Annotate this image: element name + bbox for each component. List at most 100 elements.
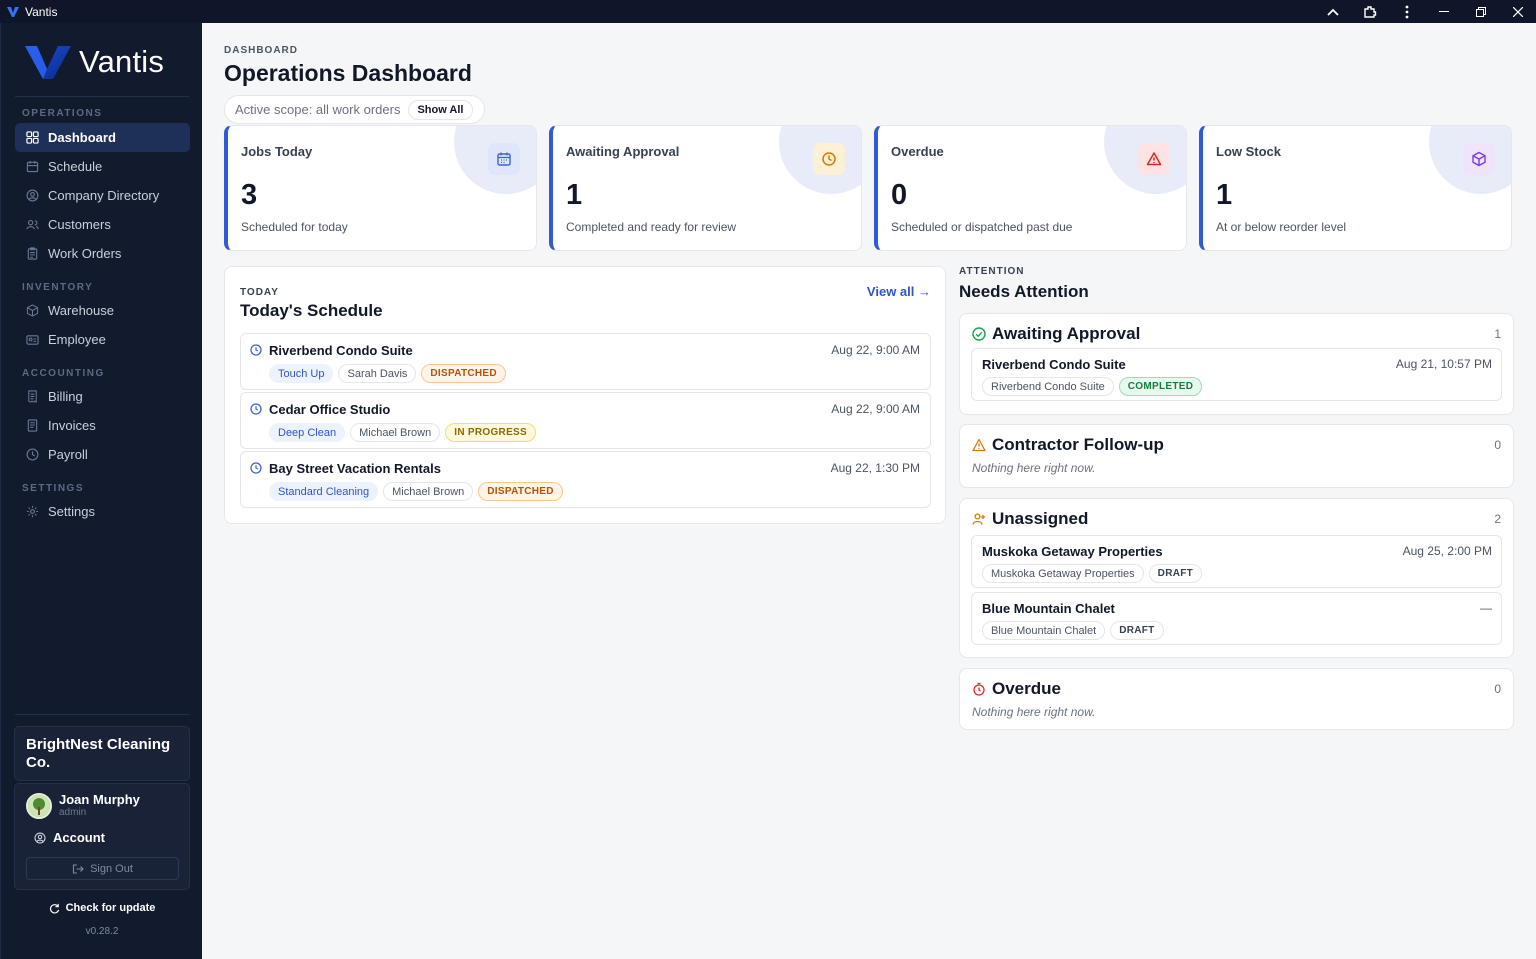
window-title: Vantis: [25, 4, 58, 19]
schedule-item-time: Aug 22, 1:30 PM: [830, 461, 920, 475]
show-all-button[interactable]: Show All: [408, 99, 473, 120]
sidebar-divider: [15, 714, 189, 715]
sidebar-item-schedule[interactable]: Schedule: [15, 152, 190, 181]
scope-filter: Active scope: all work orders Show All: [224, 95, 485, 124]
schedule-item-time: Aug 22, 9:00 AM: [831, 402, 920, 416]
sidebar: Vantis OPERATIONS Dashboard Schedule Com…: [0, 23, 202, 959]
account-link[interactable]: Account: [34, 830, 105, 845]
clock-icon: [250, 403, 262, 415]
sidebar-item-label: Work Orders: [48, 246, 122, 261]
account-label: Account: [53, 830, 105, 845]
restore-button[interactable]: [1462, 0, 1499, 23]
stat-card-low-stock[interactable]: Low Stock 1 At or below reorder level: [1199, 125, 1512, 251]
window-titlebar: Vantis: [0, 0, 1536, 23]
stat-value: 3: [241, 179, 258, 211]
stat-card-awaiting-approval[interactable]: Awaiting Approval 1 Completed and ready …: [549, 125, 862, 251]
check-circle-icon: [972, 327, 986, 341]
sidebar-item-company-directory[interactable]: Company Directory: [15, 181, 190, 210]
stat-label: Awaiting Approval: [566, 144, 680, 159]
app-title: Vantis: [0, 5, 57, 19]
document-icon: [25, 419, 39, 433]
id-card-icon: [25, 333, 39, 347]
check-update-label: Check for update: [65, 902, 156, 914]
sidebar-item-payroll[interactable]: Payroll: [15, 440, 190, 469]
user-circle-icon: [25, 189, 39, 203]
service-tag: Touch Up: [269, 364, 334, 383]
sidebar-item-work-orders[interactable]: Work Orders: [15, 239, 190, 268]
attention-card-awaiting-approval: Awaiting Approval 1 Riverbend Condo Suit…: [959, 313, 1514, 415]
schedule-item-name: Cedar Office Studio: [269, 402, 391, 417]
status-badge: DRAFT: [1110, 621, 1164, 640]
stat-value: 0: [891, 179, 908, 211]
check-update-button[interactable]: Check for update: [1, 902, 203, 914]
sidebar-item-settings[interactable]: Settings: [15, 497, 190, 526]
sidebar-item-billing[interactable]: Billing: [15, 382, 190, 411]
schedule-item[interactable]: Cedar Office Studio Aug 22, 9:00 AM Deep…: [240, 392, 931, 449]
sidebar-item-warehouse[interactable]: Warehouse: [15, 296, 190, 325]
main-content: DASHBOARD Operations Dashboard Active sc…: [202, 23, 1536, 959]
attention-card-contractor-follow-up: Contractor Follow-up 0 Nothing here righ…: [959, 424, 1514, 488]
section-label-inventory: INVENTORY: [22, 282, 94, 293]
minimize-button[interactable]: [1425, 0, 1462, 23]
sidebar-item-label: Payroll: [48, 447, 88, 462]
chevron-up-icon[interactable]: [1314, 0, 1351, 23]
attention-item-name: Blue Mountain Chalet: [982, 601, 1115, 616]
clock-icon: [250, 344, 262, 356]
attention-item[interactable]: Riverbend Condo Suite Aug 21, 10:57 PM R…: [971, 348, 1502, 401]
avatar[interactable]: [26, 793, 52, 819]
stat-subtitle: Completed and ready for review: [566, 220, 737, 234]
attention-item-time: —: [1480, 601, 1492, 615]
extension-icon[interactable]: [1351, 0, 1388, 23]
brand-logo[interactable]: Vantis: [23, 43, 164, 81]
attention-item[interactable]: Blue Mountain Chalet — Blue Mountain Cha…: [971, 592, 1502, 645]
view-all-link[interactable]: View all →: [867, 284, 931, 299]
attention-count: 0: [1494, 682, 1501, 696]
schedule-item[interactable]: Bay Street Vacation Rentals Aug 22, 1:30…: [240, 451, 931, 508]
sidebar-item-label: Settings: [48, 504, 95, 519]
stat-value: 1: [1216, 179, 1233, 211]
schedule-item-name: Riverbend Condo Suite: [269, 343, 413, 358]
stat-label: Overdue: [891, 144, 944, 159]
section-title: Needs Attention: [959, 282, 1089, 301]
more-vertical-icon[interactable]: [1388, 0, 1425, 23]
stat-card-overdue[interactable]: Overdue 0 Scheduled or dispatched past d…: [874, 125, 1187, 251]
stat-subtitle: At or below reorder level: [1216, 220, 1347, 234]
sidebar-item-invoices[interactable]: Invoices: [15, 411, 190, 440]
user-circle-icon: [34, 831, 46, 844]
attention-card-overdue: Overdue 0 Nothing here right now.: [959, 668, 1514, 730]
clock-icon: [813, 143, 845, 175]
stat-subtitle: Scheduled or dispatched past due: [891, 220, 1073, 234]
stat-card-jobs-today[interactable]: Jobs Today 3 Scheduled for today: [224, 125, 537, 251]
section-label-operations: OPERATIONS: [22, 108, 103, 119]
user-plus-icon: [972, 513, 985, 525]
box-icon: [25, 304, 39, 318]
sign-out-button[interactable]: Sign Out: [26, 857, 179, 880]
attention-item-name: Muskoka Getaway Properties: [982, 544, 1163, 559]
app-logo-icon: [7, 6, 19, 17]
app-version: v0.28.2: [85, 926, 119, 937]
gear-icon: [25, 505, 39, 519]
client-tag: Muskoka Getaway Properties: [982, 564, 1144, 583]
sidebar-item-employee[interactable]: Employee: [15, 325, 190, 354]
status-badge: DISPATCHED: [421, 364, 506, 383]
sidebar-divider: [15, 96, 189, 97]
attention-item[interactable]: Muskoka Getaway Properties Aug 25, 2:00 …: [971, 535, 1502, 588]
sign-out-label: Sign Out: [90, 862, 133, 875]
page-title: Operations Dashboard: [224, 60, 472, 86]
clock-icon: [25, 448, 39, 462]
schedule-item-time: Aug 22, 9:00 AM: [831, 343, 920, 357]
sidebar-item-customers[interactable]: Customers: [15, 210, 190, 239]
user-card: Joan Murphy admin Account Sign Out: [14, 783, 190, 890]
user-role: admin: [59, 807, 87, 818]
vantis-logo-icon: [25, 46, 71, 79]
users-icon: [25, 218, 39, 232]
schedule-item-name: Bay Street Vacation Rentals: [269, 461, 441, 476]
schedule-item[interactable]: Riverbend Condo Suite Aug 22, 9:00 AM To…: [240, 333, 931, 390]
sidebar-item-label: Customers: [48, 217, 111, 232]
close-button[interactable]: [1499, 0, 1536, 23]
status-badge: IN PROGRESS: [445, 423, 536, 442]
sidebar-item-dashboard[interactable]: Dashboard: [15, 123, 190, 152]
calendar-icon: [25, 160, 39, 174]
empty-state-text: Nothing here right now.: [972, 705, 1096, 719]
brand-name: Vantis: [79, 44, 165, 79]
